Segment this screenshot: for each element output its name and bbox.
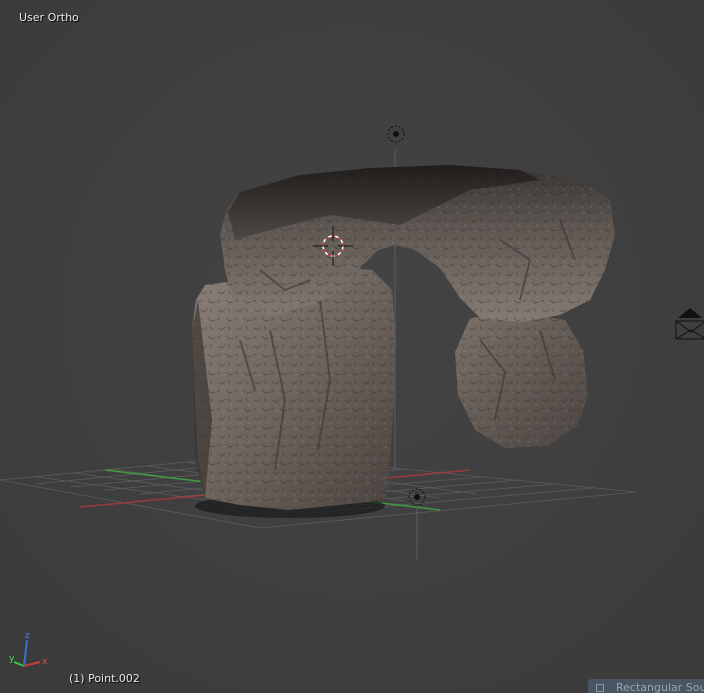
active-object-label: (1) Point.002 <box>69 672 140 685</box>
status-tab-label: Rectangular Sou <box>616 681 704 693</box>
3d-viewport[interactable]: x y z User Ortho (1) Point.002 Rectangul… <box>0 0 704 693</box>
gizmo-x-label: x <box>42 657 48 667</box>
gizmo-y-label: y <box>9 654 15 664</box>
view-name-label: User Ortho <box>19 11 79 24</box>
gizmo-z-label: z <box>25 631 30 641</box>
right-lower-rock[interactable] <box>455 312 588 448</box>
viewport-scene: x y z <box>0 0 704 693</box>
panel-icon <box>596 684 604 692</box>
status-panel-tab[interactable]: Rectangular Sou <box>588 679 704 693</box>
